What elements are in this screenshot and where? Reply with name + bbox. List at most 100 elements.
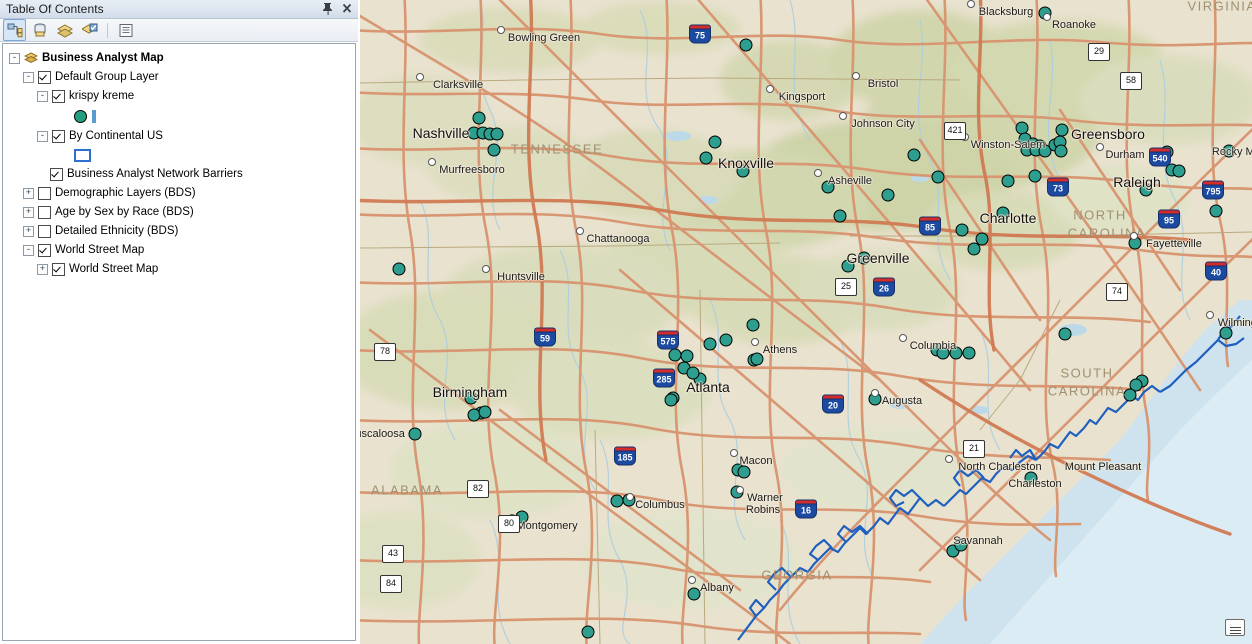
- map-point-marker[interactable]: [478, 405, 492, 419]
- map-point-marker[interactable]: [703, 337, 717, 351]
- map-point-marker[interactable]: [1028, 169, 1042, 183]
- map-point-marker[interactable]: [1172, 164, 1186, 178]
- point-symbol-swatch[interactable]: [74, 109, 87, 123]
- map-point-marker[interactable]: [833, 209, 847, 223]
- continental-us-symbol[interactable]: [74, 148, 91, 162]
- map-point-marker[interactable]: [881, 188, 895, 202]
- us-route-shield: 84: [380, 575, 402, 593]
- state-label: ALABAMA: [371, 482, 443, 498]
- layer-visibility-checkbox[interactable]: [38, 243, 51, 257]
- tree-item-business-analyst-map[interactable]: - Business Analyst Map: [3, 49, 355, 67]
- tree-item-world-street-map[interactable]: + World Street Map: [3, 260, 355, 278]
- expand-icon[interactable]: +: [23, 225, 34, 237]
- map-point-marker[interactable]: [487, 143, 501, 157]
- map-point-marker[interactable]: [750, 352, 764, 366]
- tree-symbol-row[interactable]: [3, 106, 355, 126]
- map-point-marker[interactable]: [610, 494, 624, 508]
- layer-visibility-checkbox[interactable]: [38, 224, 51, 238]
- map-point-marker[interactable]: [962, 346, 976, 360]
- map-point-marker[interactable]: [1054, 144, 1068, 158]
- map-point-marker[interactable]: [1001, 174, 1015, 188]
- tree-item-label: Business Analyst Network Barriers: [67, 168, 243, 180]
- map-point-marker[interactable]: [1209, 204, 1223, 218]
- map-point-marker[interactable]: [581, 625, 595, 639]
- map-point-marker[interactable]: [955, 223, 969, 237]
- tree-item-label: Demographic Layers (BDS): [55, 187, 196, 199]
- map-point-marker[interactable]: [737, 465, 751, 479]
- map-point-marker[interactable]: [708, 135, 722, 149]
- city-label: Wilmington: [1217, 317, 1252, 329]
- tree-item-krispy-kreme[interactable]: - krispy kreme: [3, 87, 355, 105]
- map-point-marker[interactable]: [739, 38, 753, 52]
- city-point-icon: [730, 449, 738, 457]
- state-label: TENNESSEE: [510, 141, 604, 157]
- list-by-source-button[interactable]: [28, 19, 51, 41]
- map-point-marker[interactable]: [668, 348, 682, 362]
- close-icon[interactable]: [341, 1, 354, 16]
- city-label: Murfreesboro: [439, 164, 505, 176]
- tree-item-world-street-map[interactable]: - World Street Map: [3, 241, 355, 259]
- expand-icon[interactable]: +: [23, 206, 34, 218]
- map-view[interactable]: TENNESSEE ALABAMA GEORGIA NORTH CAROLINA SOUT…: [360, 0, 1252, 644]
- layer-visibility-checkbox[interactable]: [52, 129, 65, 143]
- tree-item-label: Default Group Layer: [55, 71, 159, 83]
- map-point-marker[interactable]: [392, 262, 406, 276]
- collapse-icon[interactable]: -: [23, 244, 34, 256]
- map-point-marker[interactable]: [686, 366, 700, 380]
- collapse-icon[interactable]: -: [37, 130, 48, 142]
- auto-hide-pin-icon[interactable]: [321, 1, 334, 16]
- map-point-marker[interactable]: [699, 151, 713, 165]
- krispy-kreme-symbol[interactable]: [74, 109, 96, 123]
- collapse-icon[interactable]: -: [23, 71, 34, 83]
- polygon-symbol-swatch[interactable]: [74, 148, 91, 162]
- map-point-marker[interactable]: [664, 393, 678, 407]
- map-point-marker[interactable]: [490, 127, 504, 141]
- map-point-marker[interactable]: [907, 148, 921, 162]
- layer-visibility-checkbox[interactable]: [52, 89, 65, 103]
- tree-item-label: World Street Map: [69, 263, 159, 275]
- tree-symbol-row[interactable]: [3, 146, 355, 164]
- map-point-marker[interactable]: [408, 427, 422, 441]
- expand-icon[interactable]: +: [23, 187, 34, 199]
- city-label: Fayetteville: [1146, 238, 1202, 250]
- tree-item-detailed-ethnicity-bds[interactable]: + Detailed Ethnicity (BDS): [3, 222, 355, 240]
- map-point-marker[interactable]: [746, 318, 760, 332]
- us-route-shield: 421: [944, 122, 966, 140]
- city-label: Mount Pleasant: [1064, 461, 1142, 473]
- map-point-marker[interactable]: [1058, 327, 1072, 341]
- tree-item-demographic-layers-bds[interactable]: + Demographic Layers (BDS): [3, 184, 355, 202]
- city-label: Roanoke: [1051, 19, 1097, 31]
- tree-item-default-group-layer[interactable]: - Default Group Layer: [3, 68, 355, 86]
- tree-item-label: By Continental US: [69, 130, 163, 142]
- city-point-icon: [945, 455, 954, 463]
- tree-item-business-analyst-network-barriers[interactable]: Business Analyst Network Barriers: [3, 165, 355, 183]
- us-route-shield: 80: [498, 515, 520, 533]
- map-point-marker[interactable]: [687, 587, 701, 601]
- tree-item-by-continental-us[interactable]: - By Continental US: [3, 127, 355, 145]
- options-button[interactable]: [114, 19, 137, 41]
- attribution-icon[interactable]: [1225, 619, 1245, 636]
- text-cursor: [92, 109, 96, 123]
- list-by-drawing-order-button[interactable]: [3, 19, 26, 41]
- layer-visibility-checkbox[interactable]: [38, 70, 51, 84]
- layer-tree[interactable]: - Business Analyst Map - Default Group Laye…: [2, 43, 356, 641]
- layer-visibility-checkbox[interactable]: [50, 167, 63, 181]
- collapse-icon[interactable]: -: [9, 52, 20, 64]
- map-point-marker[interactable]: [967, 242, 981, 256]
- toc-toolbar: [0, 19, 358, 42]
- map-point-marker[interactable]: [931, 170, 945, 184]
- layer-visibility-checkbox[interactable]: [52, 262, 65, 276]
- expand-icon[interactable]: +: [37, 263, 48, 275]
- collapse-icon[interactable]: -: [37, 90, 48, 102]
- list-by-selection-button[interactable]: [78, 19, 101, 41]
- city-label: Birmingham: [432, 384, 508, 400]
- layer-visibility-checkbox[interactable]: [38, 186, 51, 200]
- city-label: Knoxville: [717, 155, 775, 171]
- map-point-marker[interactable]: [1055, 123, 1069, 137]
- list-by-visibility-button[interactable]: [53, 19, 76, 41]
- map-point-marker[interactable]: [719, 333, 733, 347]
- map-point-marker[interactable]: [472, 111, 486, 125]
- layer-visibility-checkbox[interactable]: [38, 205, 51, 219]
- interstate-shield: 40: [1205, 261, 1227, 281]
- tree-item-age-by-sex-by-race-bds[interactable]: + Age by Sex by Race (BDS): [3, 203, 355, 221]
